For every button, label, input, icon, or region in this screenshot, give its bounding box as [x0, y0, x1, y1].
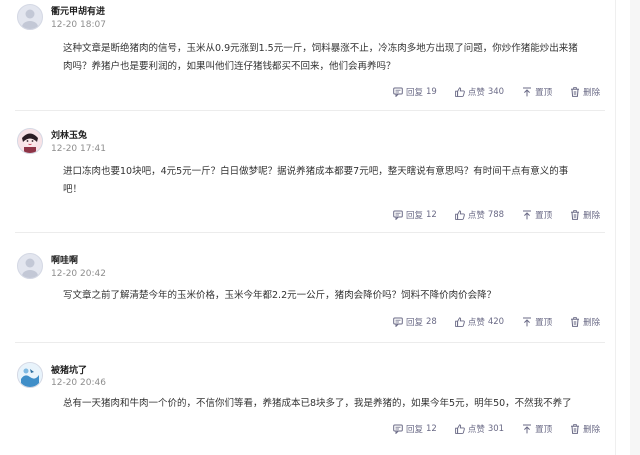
comment-icon [393, 210, 403, 220]
panel-edge [615, 0, 616, 455]
user-avatar-icon[interactable] [17, 128, 43, 154]
reply-label: 回复 [406, 211, 424, 221]
comment-management-page: 衢元甲胡有进 12-20 18:07 这种文章是断绝猪肉的信号，玉米从0.9元涨… [0, 0, 640, 455]
comment-content: 写文章之前了解清楚今年的玉米价格，玉米今年都2.2元一公斤，猪肉会降价吗？饲料不… [63, 287, 593, 305]
thumbs-up-icon [454, 87, 465, 97]
comment-icon [393, 317, 403, 327]
comment-text-line: 总有一天猪肉和牛肉一个价的，不信你们等看，养猪成本已8块多了，我是养猪的，如果今… [63, 398, 572, 409]
like-label: 点赞 [467, 318, 485, 328]
comment-actions: 回复 19 点赞 340 置顶 删除 [393, 85, 600, 99]
user-avatar-icon[interactable] [17, 362, 43, 388]
reply-count: 12 [426, 424, 437, 434]
like-label: 点赞 [467, 211, 485, 221]
pin-icon [523, 87, 532, 97]
reply-button[interactable]: 回复 28 [393, 316, 437, 328]
comment-item: 被猪坑了 12-20 20:46 总有一天猪肉和牛肉一个价的，不信你们等看，养猪… [0, 342, 605, 455]
reply-label: 回复 [406, 88, 424, 98]
comment-content: 总有一天猪肉和牛肉一个价的，不信你们等看，养猪成本已8块多了，我是养猪的，如果今… [63, 395, 593, 413]
like-label: 点赞 [467, 88, 485, 98]
delete-label: 删除 [583, 318, 601, 328]
comment-icon [393, 424, 403, 434]
comment-time: 12-20 20:46 [51, 378, 106, 388]
like-button[interactable]: 点赞 340 [454, 86, 505, 98]
pin-label: 置顶 [535, 425, 553, 435]
trash-icon [571, 317, 580, 327]
thumbs-up-icon [454, 317, 465, 327]
comment-text-line: 肉吗？养猪户也是要利润的，如果叫他们连仔猪钱都买不回来，他们会再养吗？ [63, 61, 396, 72]
comment-time: 12-20 18:07 [51, 20, 106, 30]
trash-icon [571, 424, 580, 434]
comment-username[interactable]: 啊哇啊 [51, 253, 78, 266]
delete-label: 删除 [583, 88, 601, 98]
delete-button[interactable]: 删除 [570, 209, 600, 221]
delete-button[interactable]: 删除 [570, 86, 600, 98]
comment-item: 衢元甲胡有进 12-20 18:07 这种文章是断绝猪肉的信号，玉米从0.9元涨… [0, 0, 605, 110]
delete-label: 删除 [583, 425, 601, 435]
default-avatar-icon[interactable] [17, 253, 43, 279]
like-count: 420 [487, 317, 505, 327]
pin-button[interactable]: 置顶 [522, 316, 552, 328]
pin-button[interactable]: 置顶 [522, 209, 552, 221]
comment-actions: 回复 12 点赞 788 置顶 删除 [393, 208, 600, 222]
comment-content: 进口冻肉也要10块吧，4元5元一斤？白日做梦呢？据说养猪成本都要7元吧，整天瞎说… [63, 163, 593, 199]
comment-time: 12-20 20:42 [51, 269, 106, 279]
like-button[interactable]: 点赞 420 [454, 316, 505, 328]
like-label: 点赞 [467, 425, 485, 435]
scrollbar-track[interactable] [630, 0, 640, 455]
delete-button[interactable]: 删除 [570, 423, 600, 435]
comment-time: 12-20 17:41 [51, 144, 106, 154]
pin-label: 置顶 [535, 211, 553, 221]
comment-content: 这种文章是断绝猪肉的信号，玉米从0.9元涨到1.5元一斤，饲料暴涨不止，冷冻肉多… [63, 40, 593, 76]
reply-label: 回复 [406, 318, 424, 328]
pin-icon [523, 317, 532, 327]
comment-username[interactable]: 刘林玉兔 [51, 128, 87, 141]
like-button[interactable]: 点赞 788 [454, 209, 505, 221]
comment-text-line: 吧！ [63, 184, 83, 195]
comment-actions: 回复 12 点赞 301 置顶 删除 [393, 422, 600, 436]
reply-button[interactable]: 回复 19 [393, 86, 437, 98]
reply-button[interactable]: 回复 12 [393, 209, 437, 221]
like-count: 301 [487, 424, 505, 434]
comment-text-line: 这种文章是断绝猪肉的信号，玉米从0.9元涨到1.5元一斤，饲料暴涨不止，冷冻肉多… [63, 43, 578, 54]
pin-button[interactable]: 置顶 [522, 86, 552, 98]
like-button[interactable]: 点赞 301 [454, 423, 505, 435]
comment-username[interactable]: 衢元甲胡有进 [51, 4, 105, 17]
reply-label: 回复 [406, 425, 424, 435]
comment-text-line: 写文章之前了解清楚今年的玉米价格，玉米今年都2.2元一公斤，猪肉会降价吗？饲料不… [63, 290, 497, 301]
reply-count: 19 [426, 87, 437, 97]
trash-icon [571, 210, 580, 220]
comment-text-line: 进口冻肉也要10块吧，4元5元一斤？白日做梦呢？据说养猪成本都要7元吧，整天瞎说… [63, 166, 569, 177]
pin-label: 置顶 [535, 88, 553, 98]
comment-item: 刘林玉兔 12-20 17:41 进口冻肉也要10块吧，4元5元一斤？白日做梦呢… [0, 110, 605, 232]
like-count: 340 [487, 87, 505, 97]
delete-button[interactable]: 删除 [570, 316, 600, 328]
comment-username[interactable]: 被猪坑了 [51, 363, 87, 376]
pin-icon [523, 210, 532, 220]
default-avatar-icon[interactable] [17, 4, 43, 30]
reply-count: 28 [426, 317, 437, 327]
comment-item: 啊哇啊 12-20 20:42 写文章之前了解清楚今年的玉米价格，玉米今年都2.… [0, 232, 605, 342]
thumbs-up-icon [454, 424, 465, 434]
reply-button[interactable]: 回复 12 [393, 423, 437, 435]
thumbs-up-icon [454, 210, 465, 220]
comment-actions: 回复 28 点赞 420 置顶 删除 [393, 315, 600, 329]
comment-icon [393, 87, 403, 97]
delete-label: 删除 [583, 211, 601, 221]
reply-count: 12 [426, 210, 437, 220]
trash-icon [571, 87, 580, 97]
like-count: 788 [487, 210, 505, 220]
pin-button[interactable]: 置顶 [522, 423, 552, 435]
pin-icon [523, 424, 532, 434]
pin-label: 置顶 [535, 318, 553, 328]
